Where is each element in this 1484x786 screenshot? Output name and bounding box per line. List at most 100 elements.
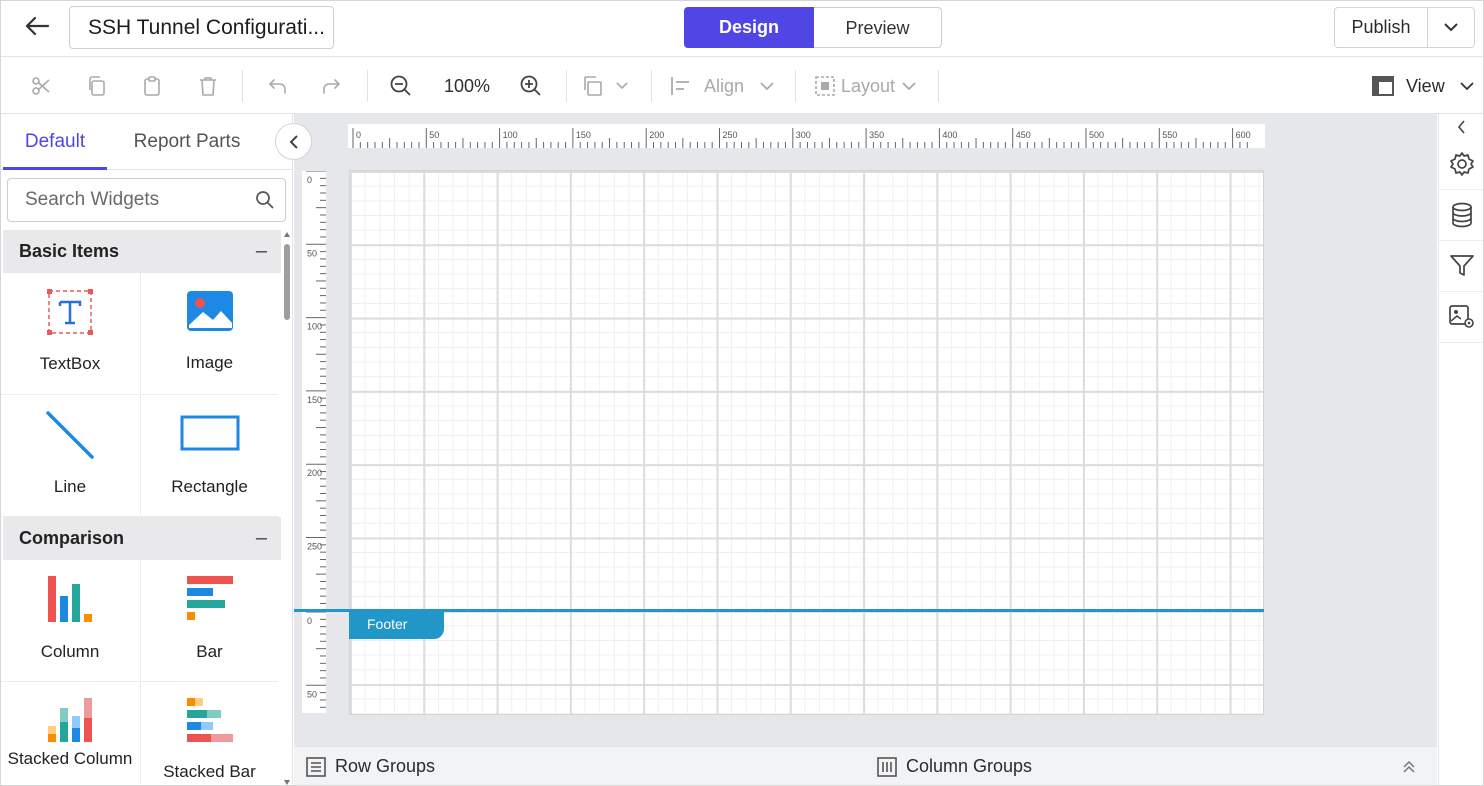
collapse-minus-icon[interactable]: –: [256, 230, 267, 273]
ruler-label: 0: [356, 130, 361, 140]
ruler-label: 100: [503, 130, 518, 140]
widget-label: Bar: [196, 642, 223, 661]
ruler-label: 250: [723, 130, 738, 140]
ruler-label: 200: [649, 130, 664, 140]
report-designer: SSH Tunnel Configurati... Design Preview…: [0, 0, 1484, 786]
align-dropdown[interactable]: Align: [704, 72, 744, 100]
ruler-label: 200: [307, 468, 322, 478]
redo-button[interactable]: [318, 72, 346, 100]
expand-properties-button[interactable]: [1439, 114, 1483, 139]
align-icon-wrap[interactable]: [667, 72, 695, 100]
collapse-panel-button[interactable]: [275, 123, 312, 160]
widget-stacked-column[interactable]: Stacked Column: [1, 682, 139, 785]
layout-icon-wrap[interactable]: [811, 72, 839, 100]
toolbar-separator: [795, 70, 796, 102]
data-sources-button[interactable]: [1439, 190, 1483, 241]
column-chart-icon: [48, 576, 92, 622]
stacked-bar-icon: [186, 698, 233, 742]
settings-button[interactable]: [1439, 139, 1483, 190]
image-manager-button[interactable]: [1439, 292, 1483, 343]
row-groups-button[interactable]: Row Groups: [306, 747, 435, 785]
toolbar-separator: [566, 70, 567, 102]
ruler-label: 450: [1016, 130, 1031, 140]
view-icon: [1372, 76, 1394, 96]
widget-label: Stacked Column: [7, 749, 133, 768]
collapse-minus-icon[interactable]: –: [256, 517, 267, 560]
group-comparison[interactable]: Comparison –: [3, 517, 281, 560]
widget-textbox[interactable]: TextBox: [1, 273, 139, 395]
tab-default[interactable]: Default: [3, 114, 107, 170]
undo-button[interactable]: [263, 72, 291, 100]
arrow-left-icon: [25, 16, 50, 36]
expand-groups-button[interactable]: [1402, 747, 1416, 785]
view-icon-wrap[interactable]: [1369, 72, 1397, 100]
footer-label[interactable]: Footer: [349, 612, 444, 639]
widget-rectangle[interactable]: Rectangle: [140, 395, 278, 517]
publish-dropdown-button[interactable]: [1428, 8, 1474, 47]
search-icon[interactable]: [255, 190, 275, 210]
arrange-icon: [584, 76, 628, 96]
toolbar-separator: [651, 70, 652, 102]
widget-label: Image: [185, 353, 234, 372]
header-bar: SSH Tunnel Configurati... Design Preview…: [1, 1, 1483, 57]
row-groups-icon: [306, 756, 326, 777]
column-groups-icon: [877, 756, 897, 777]
widget-image[interactable]: Image: [140, 273, 278, 395]
widget-line[interactable]: Line: [1, 395, 139, 517]
tab-report-parts[interactable]: Report Parts: [117, 114, 257, 170]
cut-button[interactable]: [27, 72, 55, 100]
grouping-bar: Row Groups Column Groups: [294, 746, 1437, 785]
chevrons-up-icon: [1403, 760, 1415, 773]
view-chevron[interactable]: [1453, 72, 1481, 100]
paste-icon: [144, 76, 160, 96]
undo-icon: [268, 79, 286, 94]
paste-button[interactable]: [138, 72, 166, 100]
report-design-surface[interactable]: [349, 170, 1264, 715]
ruler-label: 600: [1236, 130, 1251, 140]
textbox-icon: [47, 289, 93, 335]
widget-stacked-bar[interactable]: Stacked Bar: [140, 682, 278, 785]
chevron-down-icon: [1460, 81, 1474, 90]
ruler-label: 0: [307, 175, 312, 185]
widget-bar[interactable]: Bar: [140, 560, 278, 682]
ruler-label: 150: [576, 130, 591, 140]
publish-button[interactable]: Publish: [1335, 8, 1428, 47]
design-tab[interactable]: Design: [684, 7, 814, 48]
widget-column[interactable]: Column: [1, 560, 139, 682]
column-groups-label: Column Groups: [906, 756, 1033, 776]
align-chevron[interactable]: [753, 72, 781, 100]
rectangle-icon: [180, 415, 239, 451]
align-icon: [671, 77, 689, 95]
search-input[interactable]: [8, 179, 248, 221]
layout-dropdown[interactable]: Layout: [841, 72, 895, 100]
report-title-field[interactable]: SSH Tunnel Configurati...: [69, 6, 334, 49]
preview-tab[interactable]: Preview: [814, 7, 942, 48]
layout-chevron[interactable]: [895, 72, 923, 100]
chevron-left-icon: [1457, 119, 1465, 134]
ruler-label: 100: [307, 322, 322, 332]
widget-search: [7, 178, 286, 222]
widget-label: Stacked Bar: [163, 762, 256, 781]
view-dropdown[interactable]: View: [1406, 72, 1445, 100]
properties-sidebar: [1438, 114, 1483, 785]
layout-icon: [815, 76, 835, 96]
column-groups-button[interactable]: Column Groups: [877, 747, 1033, 785]
delete-button[interactable]: [194, 72, 222, 100]
zoom-out-button[interactable]: [387, 72, 415, 100]
filter-icon: [1449, 255, 1474, 276]
cut-icon: [32, 77, 50, 95]
line-icon: [46, 411, 94, 459]
back-button[interactable]: [19, 11, 55, 41]
copy-button[interactable]: [83, 72, 111, 100]
arrange-dropdown[interactable]: [581, 72, 631, 100]
vertical-ruler: 0 50 100 150 200 250 0 50: [302, 171, 326, 713]
filter-button[interactable]: [1439, 241, 1483, 292]
zoom-level[interactable]: 100%: [444, 72, 490, 100]
group-basic-items[interactable]: Basic Items –: [3, 230, 281, 273]
zoom-in-button[interactable]: [517, 72, 545, 100]
zoom-in-icon: [520, 75, 541, 96]
image-settings-icon: [1448, 305, 1474, 328]
widget-scrollbar[interactable]: [283, 232, 291, 785]
publish-split-button: Publish: [1334, 7, 1475, 48]
ruler-label: 0: [307, 616, 312, 626]
